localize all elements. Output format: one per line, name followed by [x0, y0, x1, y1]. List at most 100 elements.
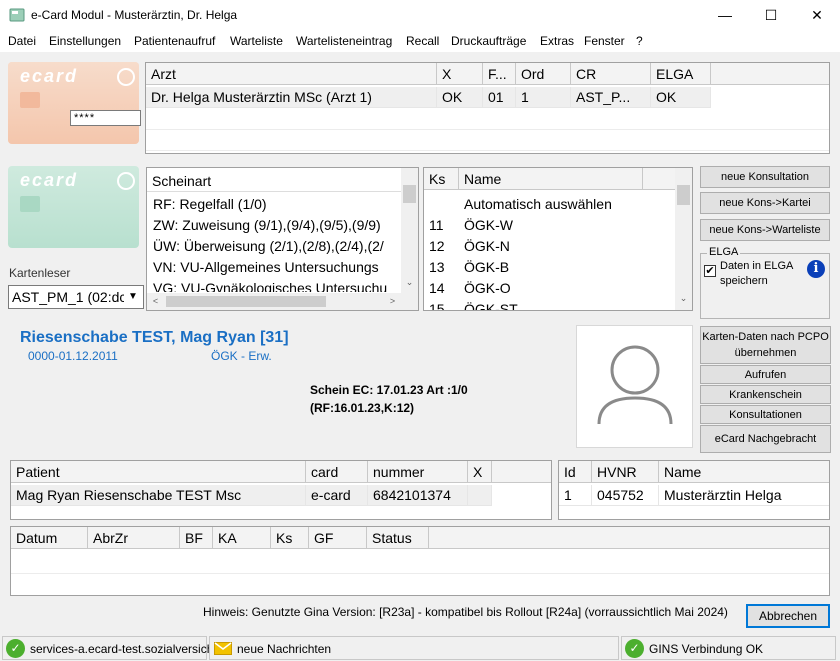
col-name[interactable]: Name: [659, 461, 829, 483]
hvnr-cell[interactable]: 045752: [592, 485, 659, 506]
scheinart-item[interactable]: ZW: Zuweisung (9/1),(9/4),(9/5),(9/9): [153, 215, 381, 236]
col-id[interactable]: Id: [559, 461, 592, 483]
menu-patientenaufruf[interactable]: Patientenaufruf: [134, 34, 215, 48]
patient-table: Patient card nummer X Mag Ryan Riesensch…: [10, 460, 552, 520]
col-ks[interactable]: Ks: [424, 168, 459, 190]
scroll-down-icon[interactable]: ⌄: [675, 290, 692, 307]
col-gf[interactable]: GF: [309, 527, 367, 549]
kasse-vscroll[interactable]: ⌄: [675, 168, 692, 310]
neue-kons-kartei-button[interactable]: neue Kons->Kartei: [700, 192, 830, 214]
kasse-ks[interactable]: 13: [424, 257, 459, 278]
col-nummer[interactable]: nummer: [368, 461, 468, 483]
col-datum[interactable]: Datum: [11, 527, 88, 549]
arzt-cr[interactable]: AST_P...: [571, 87, 651, 108]
kasse-ks[interactable]: [424, 194, 459, 215]
schein-info: Schein EC: 17.01.23 Art :1/0: [310, 383, 468, 397]
kasse-ks[interactable]: 11: [424, 215, 459, 236]
col-abrzr[interactable]: AbrZr: [88, 527, 180, 549]
menu-wartelisteneintrag[interactable]: Wartelisteneintrag: [296, 34, 392, 48]
col-card[interactable]: card: [306, 461, 368, 483]
krankenschein-button[interactable]: Krankenschein: [700, 385, 831, 404]
col-x[interactable]: X: [437, 63, 483, 85]
card-cell[interactable]: e-card: [306, 485, 368, 506]
kasse-name[interactable]: ÖGK-O: [459, 278, 643, 299]
patient-name: Riesenschabe TEST, Mag Ryan [31]: [20, 329, 289, 346]
arzt-elga[interactable]: OK: [651, 87, 711, 108]
info-icon[interactable]: i: [807, 260, 825, 278]
elga-checkbox[interactable]: ✔: [704, 265, 716, 277]
col-cr[interactable]: CR: [571, 63, 651, 85]
menu-datei[interactable]: Datei: [8, 34, 36, 48]
kasse-ks[interactable]: 15: [424, 299, 459, 310]
karten-daten-button[interactable]: Karten-Daten nach PCPO übernehmen: [700, 326, 831, 364]
scheinart-vscroll[interactable]: ⌄: [401, 168, 418, 293]
kasse-name[interactable]: ÖGK-ST: [459, 299, 643, 310]
minimize-button[interactable]: —: [702, 0, 748, 30]
arzt-table-header: Arzt X F... Ord CR ELGA: [146, 63, 829, 85]
status-bar: ✓ services-a.ecard-test.sozialversich ne…: [0, 634, 840, 661]
kasse-ks[interactable]: 14: [424, 278, 459, 299]
menu-druckauftraege[interactable]: Druckaufträge: [451, 34, 526, 48]
col-ka[interactable]: KA: [213, 527, 271, 549]
scroll-left-icon[interactable]: <: [147, 293, 164, 310]
maximize-button[interactable]: ☐: [748, 0, 794, 30]
scheinart-header: Scheinart: [152, 173, 212, 189]
scheinart-item[interactable]: RF: Regelfall (1/0): [153, 194, 267, 215]
chevron-down-icon: ▼: [128, 291, 138, 302]
col-f[interactable]: F...: [483, 63, 516, 85]
col-hvnr[interactable]: HVNR: [592, 461, 659, 483]
abbrechen-button[interactable]: Abbrechen: [746, 604, 830, 628]
menu-fenster[interactable]: Fenster: [584, 34, 625, 48]
arzt-x[interactable]: OK: [437, 87, 483, 108]
mail-icon: [214, 642, 232, 655]
gins-status: ✓ GINS Verbindung OK: [621, 636, 836, 660]
col-ord[interactable]: Ord: [516, 63, 571, 85]
col-bf[interactable]: BF: [180, 527, 213, 549]
close-button[interactable]: ✕: [794, 0, 840, 30]
scheinart-hscroll[interactable]: < >: [147, 293, 418, 310]
col-name[interactable]: Name: [459, 168, 643, 190]
col-x[interactable]: X: [468, 461, 492, 483]
ecard-nachgebracht-button[interactable]: eCard Nachgebracht: [700, 425, 831, 453]
aufrufen-button[interactable]: Aufrufen: [700, 365, 831, 384]
neue-kons-warteliste-button[interactable]: neue Kons->Warteliste: [700, 219, 830, 241]
nummer-cell[interactable]: 6842101374: [368, 485, 468, 506]
kasse-name[interactable]: ÖGK-W: [459, 215, 643, 236]
x-cell[interactable]: [468, 485, 492, 506]
scheinart-item[interactable]: ÜW: Überweisung (2/1),(2/8),(2/4),(2/: [153, 236, 384, 257]
name-cell[interactable]: Musterärztin Helga: [659, 485, 829, 506]
kasse-name[interactable]: ÖGK-N: [459, 236, 643, 257]
scroll-right-icon[interactable]: >: [384, 293, 401, 310]
neue-konsultation-button[interactable]: neue Konsultation: [700, 166, 830, 188]
arzt-name[interactable]: Dr. Helga Musterärztin MSc (Arzt 1): [146, 87, 437, 108]
app-icon: [9, 7, 25, 23]
menu-recall[interactable]: Recall: [406, 34, 439, 48]
col-arzt[interactable]: Arzt: [146, 63, 437, 85]
col-ks[interactable]: Ks: [271, 527, 309, 549]
konsultationen-button[interactable]: Konsultationen: [700, 405, 831, 424]
arzt-ord[interactable]: 1: [516, 87, 571, 108]
kartenleser-value: AST_PM_1 (02:dc: [12, 289, 124, 305]
kartenleser-select[interactable]: AST_PM_1 (02:dc ▼: [8, 285, 144, 309]
pin-field[interactable]: ****: [70, 110, 141, 126]
messages-status[interactable]: neue Nachrichten: [209, 636, 619, 660]
menu-einstellungen[interactable]: Einstellungen: [49, 34, 121, 48]
scheinart-item[interactable]: VG: VU-Gynäkologisches Untersuchu: [153, 278, 387, 292]
kasse-ks[interactable]: 12: [424, 236, 459, 257]
kasse-name[interactable]: Automatisch auswählen: [459, 194, 643, 215]
ecard-logo: ecard: [20, 66, 79, 86]
arzt-f[interactable]: 01: [483, 87, 516, 108]
kasse-name[interactable]: ÖGK-B: [459, 257, 643, 278]
konsultation-table: Datum AbrZr BF KA Ks GF Status: [10, 526, 830, 596]
col-patient[interactable]: Patient: [11, 461, 306, 483]
scroll-down-icon[interactable]: ⌄: [401, 274, 418, 291]
title-bar: e-Card Modul - Musterärztin, Dr. Helga —…: [0, 0, 840, 30]
patient-cell[interactable]: Mag Ryan Riesenschabe TEST Msc: [11, 485, 306, 506]
menu-warteliste[interactable]: Warteliste: [230, 34, 283, 48]
col-elga[interactable]: ELGA: [651, 63, 711, 85]
menu-help[interactable]: ?: [636, 34, 643, 48]
id-cell[interactable]: 1: [559, 485, 592, 506]
col-status[interactable]: Status: [367, 527, 429, 549]
scheinart-item[interactable]: VN: VU-Allgemeines Untersuchungs: [153, 257, 379, 278]
menu-extras[interactable]: Extras: [540, 34, 574, 48]
